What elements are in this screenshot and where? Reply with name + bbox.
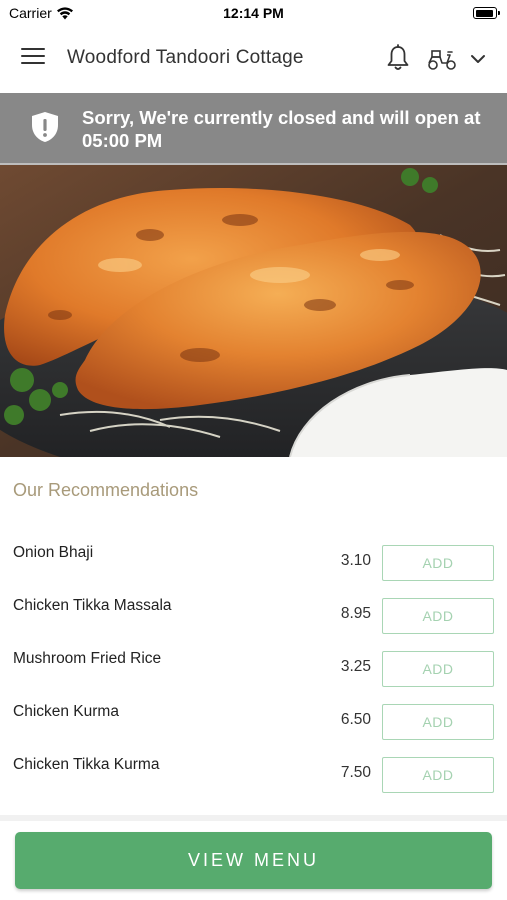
recommendations-title: Our Recommendations — [13, 480, 199, 500]
list-item: Chicken Kurma 6.50 ADD — [0, 689, 507, 742]
add-button[interactable]: ADD — [382, 545, 494, 581]
add-button[interactable]: ADD — [382, 598, 494, 634]
status-bar: Carrier 12:14 PM — [0, 0, 507, 28]
item-name: Chicken Tikka Massala — [13, 597, 172, 614]
scooter-icon[interactable] — [426, 46, 458, 72]
recommendations-list: Onion Bhaji 3.10 ADD Chicken Tikka Massa… — [0, 530, 507, 795]
item-price: 6.50 — [340, 711, 371, 728]
closed-message: Sorry, We're currently closed and will o… — [82, 107, 481, 151]
status-time: 12:14 PM — [223, 5, 284, 21]
item-name: Onion Bhaji — [13, 544, 94, 561]
list-item: Onion Bhaji 3.10 ADD — [0, 530, 507, 583]
item-price: 3.25 — [340, 658, 371, 675]
hero-food-image — [0, 165, 507, 457]
hamburger-menu-icon[interactable] — [21, 48, 45, 68]
add-button[interactable]: ADD — [382, 757, 494, 793]
list-item: Chicken Tikka Massala 8.95 ADD — [0, 583, 507, 636]
closed-banner: Sorry, We're currently closed and will o… — [0, 93, 507, 165]
item-name: Mushroom Fried Rice — [13, 650, 162, 667]
item-price: 7.50 — [340, 764, 371, 781]
app-header: Woodford Tandoori Cottage — [0, 28, 507, 92]
list-item: Mushroom Fried Rice 3.25 ADD — [0, 636, 507, 689]
item-price: 8.95 — [340, 605, 371, 622]
item-price: 3.10 — [340, 552, 371, 569]
bell-icon[interactable] — [385, 44, 411, 72]
item-name: Chicken Kurma — [13, 703, 119, 720]
restaurant-title: Woodford Tandoori Cottage — [67, 47, 304, 68]
add-button[interactable]: ADD — [382, 651, 494, 687]
list-item: Chicken Tikka Kurma 7.50 ADD — [0, 742, 507, 795]
chevron-down-icon[interactable] — [469, 50, 487, 68]
shield-alert-icon — [32, 112, 58, 142]
bottom-divider — [0, 815, 507, 821]
view-menu-button[interactable]: VIEW MENU — [15, 832, 492, 889]
item-name: Chicken Tikka Kurma — [13, 756, 160, 773]
add-button[interactable]: ADD — [382, 704, 494, 740]
battery-icon — [473, 7, 500, 19]
